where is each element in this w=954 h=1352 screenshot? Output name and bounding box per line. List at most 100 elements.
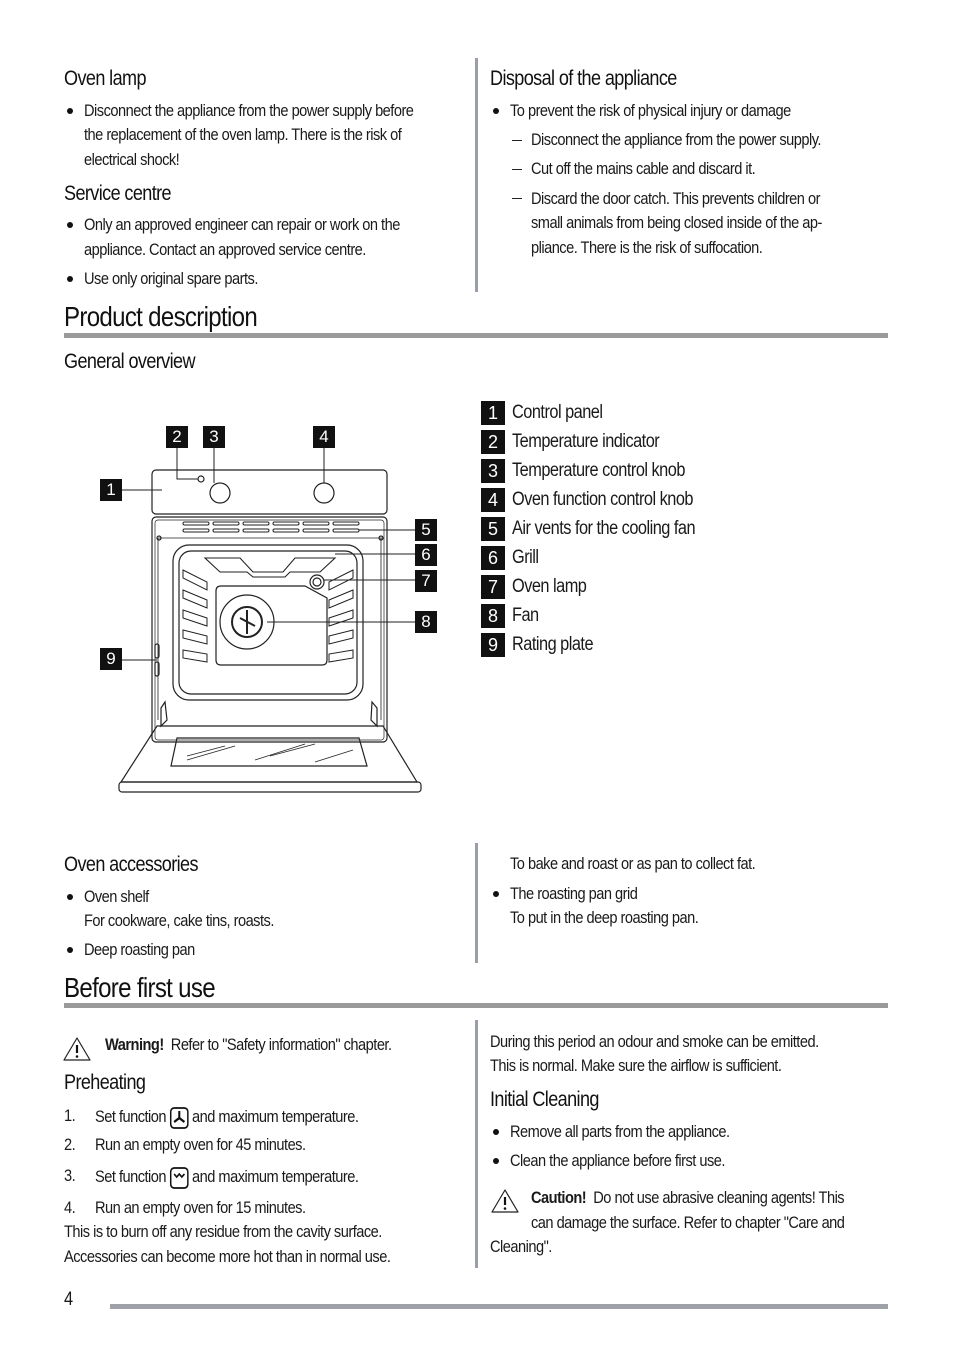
- service-centre-text-2: appliance. Contact an approved service c…: [84, 240, 366, 259]
- before-first-use-title: Before first use: [64, 972, 216, 1003]
- bullet-icon: [67, 947, 73, 953]
- accessory-name-deep-roasting-pan: Deep roasting pan: [84, 940, 195, 959]
- step-text: Set function: [95, 1107, 167, 1126]
- fan-function-icon: [169, 1106, 189, 1129]
- column-divider: [475, 843, 478, 963]
- footer-rule: [110, 1304, 888, 1309]
- initial-cleaning-item-1: Remove all parts from the appliance.: [510, 1122, 730, 1141]
- dash-icon: [512, 198, 522, 199]
- legend-number-badge: 7: [481, 575, 505, 599]
- oven-diagram: [118, 448, 422, 793]
- diagram-callout-9: 9: [100, 648, 122, 670]
- legend-label: Oven lamp: [512, 576, 587, 597]
- oven-lamp-text-3: electrical shock!: [84, 150, 180, 169]
- caution-line-3: Cleaning".: [490, 1237, 552, 1256]
- odour-note-1: During this period an odour and smoke ca…: [490, 1032, 819, 1051]
- legend-number-badge: 3: [481, 459, 505, 483]
- bullet-icon: [493, 108, 499, 114]
- disposal-dash-3c: pliance. There is the risk of suffocatio…: [531, 238, 763, 257]
- preheating-heading: Preheating: [64, 1071, 146, 1094]
- general-overview-heading: General overview: [64, 350, 196, 373]
- section-rule: [64, 333, 888, 338]
- accessory-name-roasting-pan-grid: The roasting pan grid: [510, 884, 638, 903]
- legend-number-badge: 4: [481, 488, 505, 512]
- bullet-icon: [67, 894, 73, 900]
- legend-label: Oven function control knob: [512, 489, 693, 510]
- preheating-step-num-2: 2.: [64, 1135, 76, 1154]
- disposal-bullet: To prevent the risk of physical injury o…: [510, 101, 791, 120]
- accessory-desc-deep-roasting-pan: To bake and roast or as pan to collect f…: [510, 854, 756, 873]
- function-knob-shape: [313, 482, 335, 504]
- diagram-callout-7: 7: [415, 570, 437, 592]
- bullet-icon: [493, 891, 499, 897]
- accessory-desc-oven-shelf: For cookware, cake tins, roasts.: [84, 911, 274, 930]
- legend-number-badge: 2: [481, 430, 505, 454]
- control-panel-shape: [151, 469, 388, 515]
- oven-accessories-heading: Oven accessories: [64, 853, 199, 876]
- disposal-dash-1: Disconnect the appliance from the power …: [531, 130, 821, 149]
- legend-label: Temperature control knob: [512, 460, 685, 481]
- diagram-callout-1: 1: [100, 479, 122, 501]
- preheating-step-4: Run an empty oven for 15 minutes.: [95, 1198, 306, 1217]
- grill-function-icon: [169, 1166, 189, 1189]
- caution-line-1: Caution! Do not use abrasive cleaning ag…: [531, 1186, 845, 1210]
- diagram-callout-3: 3: [203, 426, 225, 448]
- legend-label: Rating plate: [512, 634, 594, 655]
- legend-number-badge: 5: [481, 517, 505, 541]
- legend-number-badge: 1: [481, 401, 505, 425]
- service-centre-text-3: Use only original spare parts.: [84, 269, 258, 288]
- oven-lamp-text-1: Disconnect the appliance from the power …: [84, 101, 414, 120]
- temperature-indicator-shape: [197, 475, 205, 483]
- bullet-icon: [67, 222, 73, 228]
- preheating-step-num-3: 3.: [64, 1166, 76, 1185]
- service-centre-heading: Service centre: [64, 182, 172, 205]
- preheating-step-num-1: 1.: [64, 1106, 76, 1125]
- diagram-callout-6: 6: [415, 544, 437, 566]
- step-text: Set function: [95, 1167, 167, 1186]
- caution-label: Caution!: [531, 1188, 587, 1207]
- preheating-step-num-4: 4.: [64, 1198, 76, 1217]
- warning-triangle-icon: [63, 1037, 91, 1061]
- disposal-dash-3a: Discard the door catch. This prevents ch…: [531, 189, 820, 208]
- disposal-dash-2: Cut off the mains cable and discard it.: [531, 159, 756, 178]
- warning-text: Refer to "Safety information" chapter.: [170, 1035, 392, 1054]
- bullet-icon: [67, 276, 73, 282]
- oven-lamp-heading: Oven lamp: [64, 67, 147, 90]
- accessory-desc-roasting-pan-grid: To put in the deep roasting pan.: [510, 908, 699, 927]
- preheating-step-1: Set function and maximum temperature.: [95, 1105, 359, 1129]
- bullet-icon: [493, 1129, 499, 1135]
- legend-label: Fan: [512, 605, 539, 626]
- step-text: and maximum temperature.: [192, 1107, 359, 1126]
- preheating-step-2: Run an empty oven for 45 minutes.: [95, 1135, 306, 1154]
- legend-label: Air vents for the cooling fan: [512, 518, 696, 539]
- legend-number-badge: 8: [481, 604, 505, 628]
- step-text: and maximum temperature.: [192, 1167, 359, 1186]
- dash-icon: [512, 140, 522, 141]
- initial-cleaning-heading: Initial Cleaning: [490, 1088, 599, 1111]
- warning-note: Warning! Refer to "Safety information" c…: [105, 1033, 392, 1057]
- diagram-callout-5: 5: [415, 519, 437, 541]
- legend-number-badge: 6: [481, 546, 505, 570]
- legend-label: Temperature indicator: [512, 431, 660, 452]
- disposal-dash-3b: small animals from being closed inside o…: [531, 213, 822, 232]
- preheating-note-2: Accessories can become more hot than in …: [64, 1247, 391, 1266]
- page-number: 4: [64, 1289, 73, 1310]
- column-divider: [475, 58, 478, 292]
- diagram-callout-8: 8: [415, 611, 437, 633]
- diagram-callout-4: 4: [313, 426, 335, 448]
- legend-number-badge: 9: [481, 633, 505, 657]
- bullet-icon: [67, 108, 73, 114]
- bullet-icon: [493, 1158, 499, 1164]
- service-centre-text-1: Only an approved engineer can repair or …: [84, 215, 400, 234]
- oven-lamp-text-2: the replacement of the oven lamp. There …: [84, 125, 402, 144]
- diagram-callout-2: 2: [166, 426, 188, 448]
- column-divider: [475, 1020, 478, 1268]
- caution-line-2: can damage the surface. Refer to chapter…: [531, 1213, 845, 1232]
- dash-icon: [512, 169, 522, 170]
- temperature-knob-shape: [209, 482, 231, 504]
- disposal-heading: Disposal of the appliance: [490, 67, 677, 90]
- product-description-title: Product description: [64, 301, 258, 332]
- warning-label: Warning!: [105, 1035, 164, 1054]
- initial-cleaning-item-2: Clean the appliance before first use.: [510, 1151, 725, 1170]
- accessory-name-oven-shelf: Oven shelf: [84, 887, 149, 906]
